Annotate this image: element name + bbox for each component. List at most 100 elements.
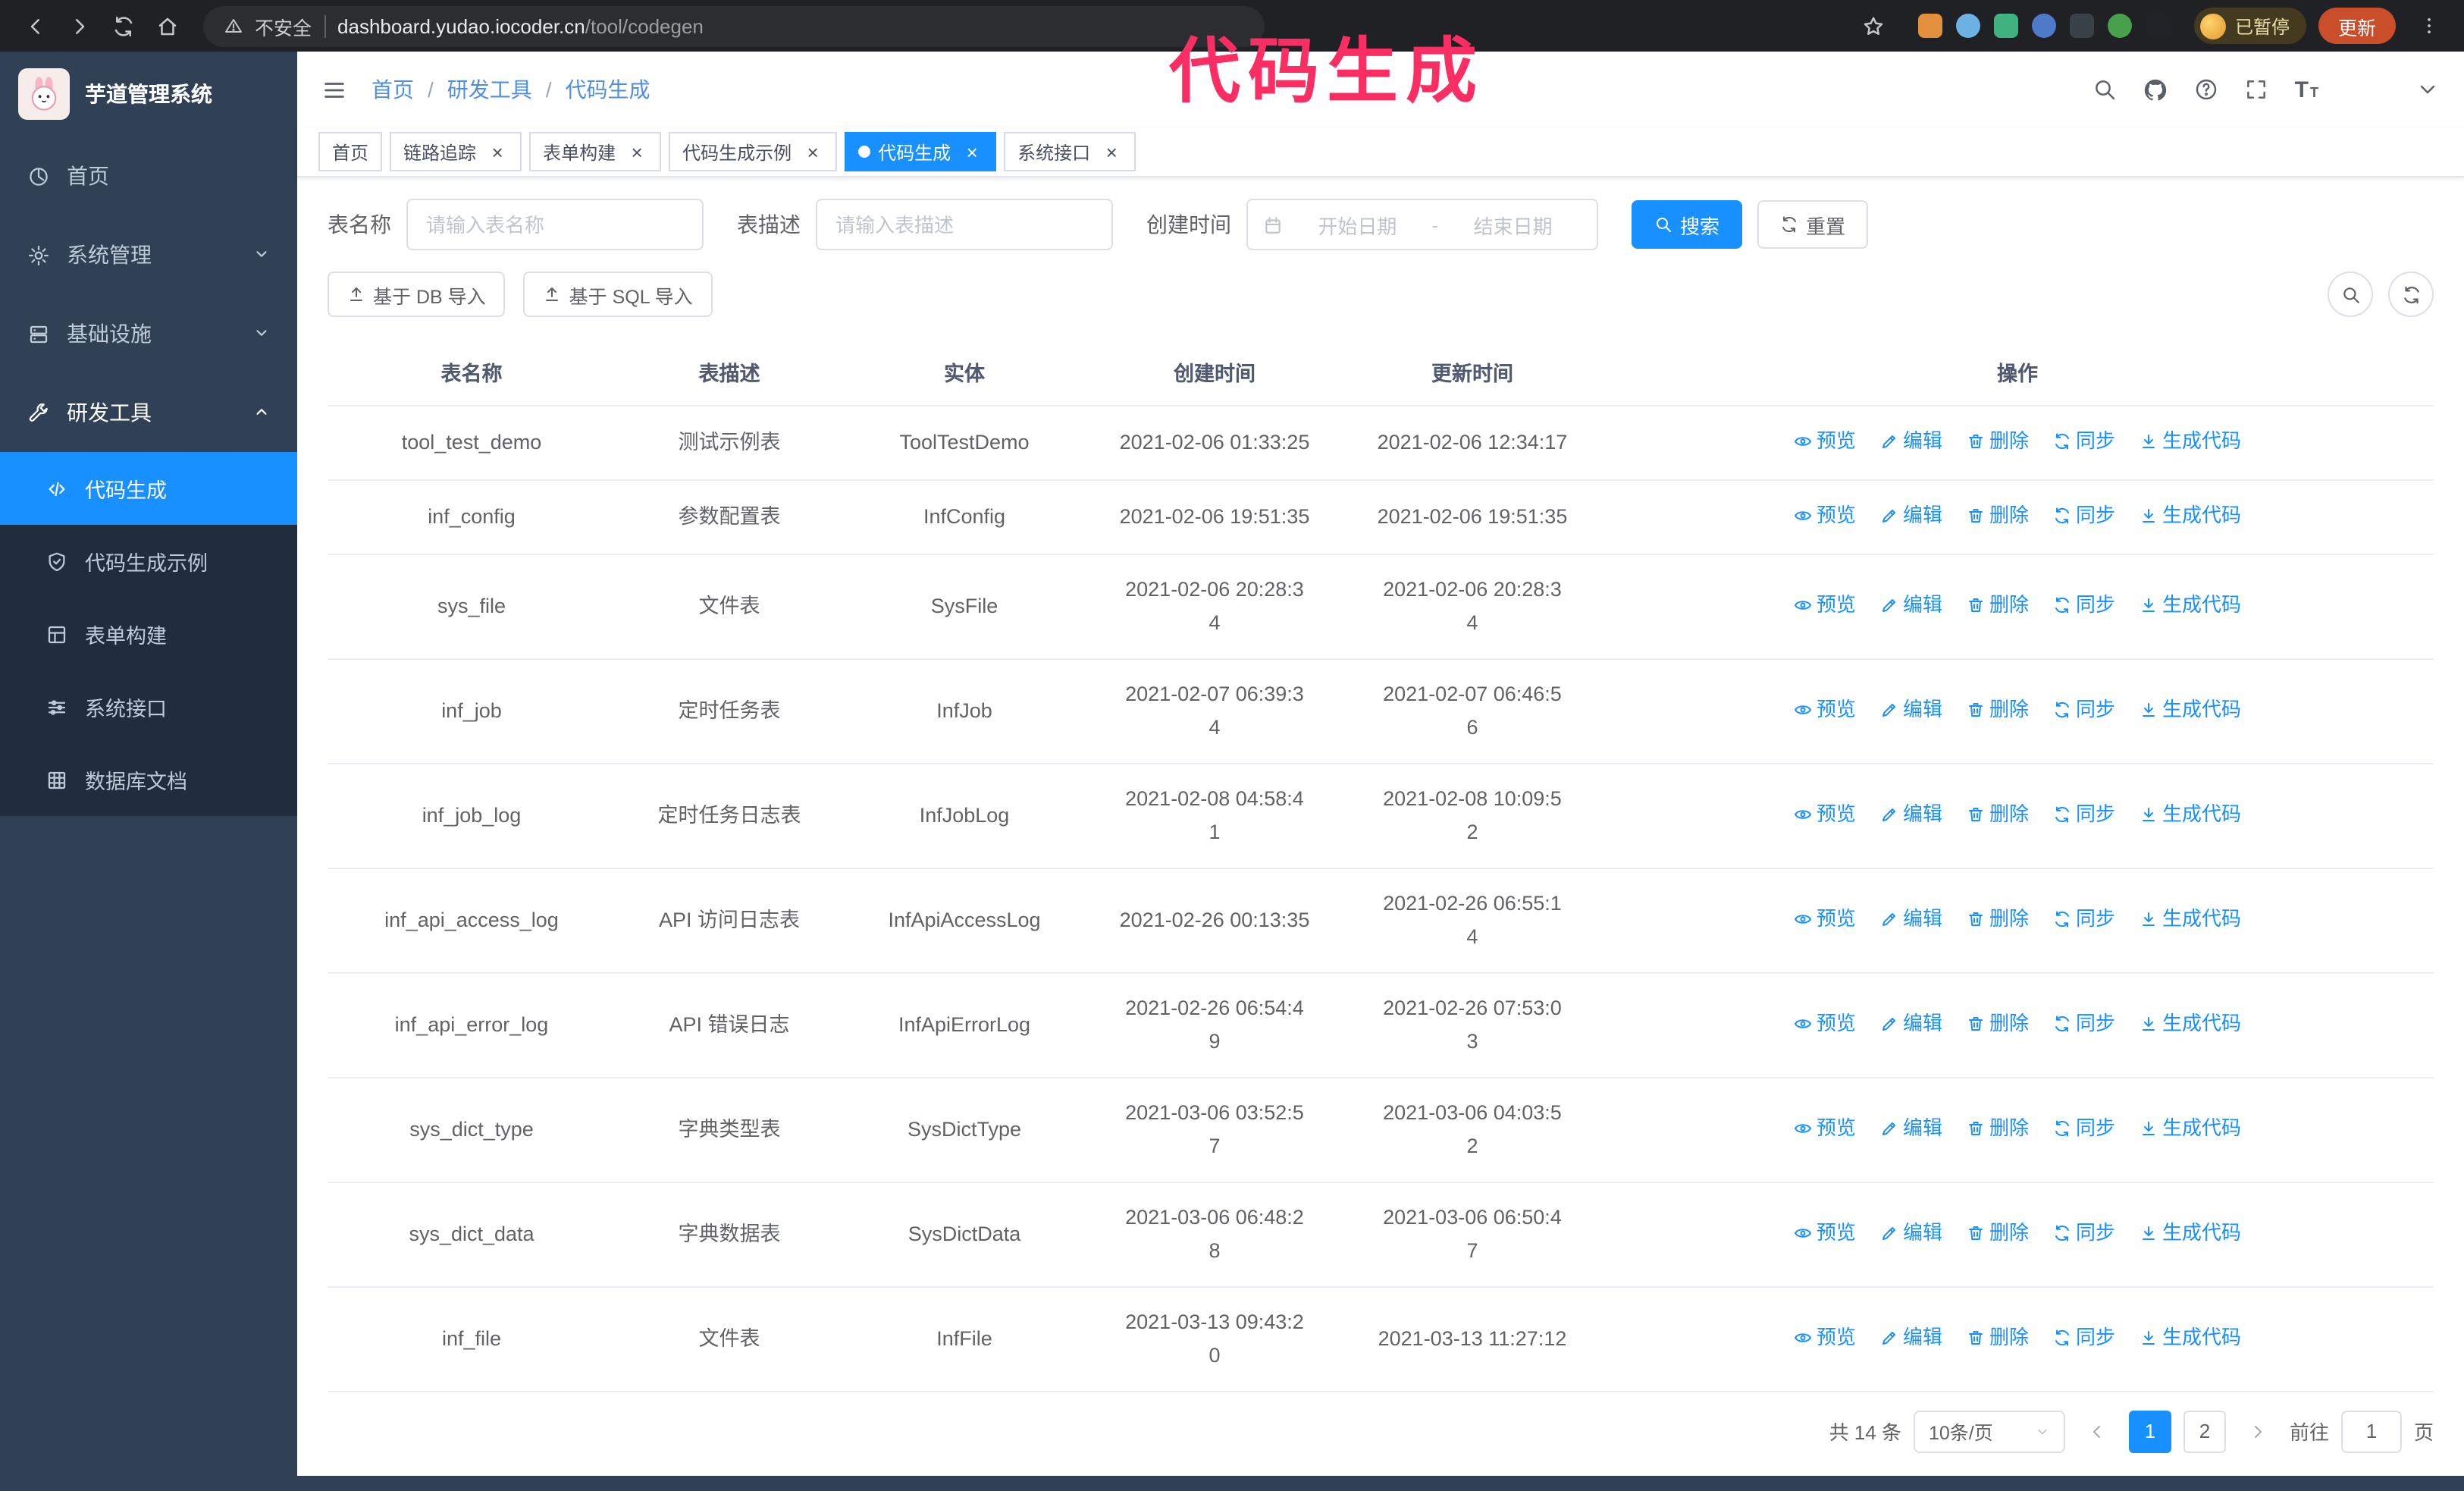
tab-2[interactable]: 表单构建 ×	[529, 132, 662, 171]
sidebar-item-gear[interactable]: 系统管理	[0, 215, 297, 294]
action-trash[interactable]: 删除	[1967, 797, 2029, 830]
prev-page-button[interactable]	[2077, 1410, 2117, 1452]
sidebar-item-dashboard[interactable]: 首页	[0, 137, 297, 215]
extension-icon[interactable]	[2107, 14, 2132, 38]
action-eye[interactable]: 预览	[1794, 692, 1856, 726]
action-eye[interactable]: 预览	[1794, 424, 1856, 457]
action-sync[interactable]: 同步	[2053, 797, 2115, 830]
action-trash[interactable]: 删除	[1967, 1320, 2029, 1354]
action-edit[interactable]: 编辑	[1880, 498, 1942, 532]
action-eye[interactable]: 预览	[1794, 588, 1856, 621]
action-edit[interactable]: 编辑	[1880, 588, 1942, 621]
tab-0[interactable]: 首页	[318, 132, 383, 171]
search-icon[interactable]	[2093, 77, 2118, 102]
action-sync[interactable]: 同步	[2053, 1006, 2115, 1040]
page-2-button[interactable]: 2	[2183, 1410, 2226, 1452]
action-trash[interactable]: 删除	[1967, 498, 2029, 532]
app-logo[interactable]: 芋道管理系统	[0, 52, 297, 137]
action-download[interactable]: 生成代码	[2140, 902, 2241, 935]
page-size-select[interactable]: 10条/页	[1913, 1410, 2065, 1452]
address-bar[interactable]: 不安全 dashboard.yudao.iocoder.cn/tool/code…	[203, 5, 1265, 46]
action-sync[interactable]: 同步	[2053, 692, 2115, 726]
font-size-icon[interactable]: TT	[2295, 77, 2318, 102]
tab-5[interactable]: 系统接口 ×	[1004, 132, 1136, 171]
action-sync[interactable]: 同步	[2053, 1320, 2115, 1354]
extension-icon[interactable]	[1955, 14, 1980, 38]
action-trash[interactable]: 删除	[1967, 692, 2029, 726]
action-edit[interactable]: 编辑	[1880, 1006, 1942, 1040]
import-db-button[interactable]: 基于 DB 导入	[328, 272, 506, 317]
help-icon[interactable]	[2195, 77, 2219, 102]
close-icon[interactable]: ×	[626, 141, 647, 162]
action-sync[interactable]: 同步	[2053, 1216, 2115, 1249]
action-trash[interactable]: 删除	[1967, 1111, 2029, 1144]
profile-chip[interactable]: 已暂停	[2193, 8, 2306, 44]
action-sync[interactable]: 同步	[2053, 498, 2115, 532]
sidebar-item-tool[interactable]: 研发工具	[0, 373, 297, 452]
update-button[interactable]: 更新	[2318, 8, 2396, 44]
action-eye[interactable]: 预览	[1794, 902, 1856, 935]
action-sync[interactable]: 同步	[2053, 424, 2115, 457]
next-page-button[interactable]	[2238, 1410, 2277, 1452]
search-button[interactable]: 搜索	[1632, 200, 1743, 249]
refresh-button[interactable]	[2388, 272, 2434, 317]
action-trash[interactable]: 删除	[1967, 1216, 2029, 1249]
action-download[interactable]: 生成代码	[2140, 1216, 2241, 1249]
action-eye[interactable]: 预览	[1794, 1320, 1856, 1354]
action-sync[interactable]: 同步	[2053, 1111, 2115, 1144]
action-trash[interactable]: 删除	[1967, 588, 2029, 621]
breadcrumb-home[interactable]: 首页	[371, 74, 414, 105]
goto-page-input[interactable]	[2340, 1410, 2402, 1452]
import-sql-button[interactable]: 基于 SQL 导入	[523, 272, 713, 317]
extension-icon[interactable]	[1917, 14, 1942, 38]
caret-down-icon[interactable]	[2415, 77, 2440, 102]
action-sync[interactable]: 同步	[2053, 588, 2115, 621]
action-eye[interactable]: 预览	[1794, 1216, 1856, 1249]
kebab-menu-icon[interactable]	[2408, 5, 2449, 46]
action-edit[interactable]: 编辑	[1880, 692, 1942, 726]
action-edit[interactable]: 编辑	[1880, 1216, 1942, 1249]
action-download[interactable]: 生成代码	[2140, 1111, 2241, 1144]
sidebar-item-form[interactable]: 表单构建	[0, 598, 297, 670]
action-trash[interactable]: 删除	[1967, 1006, 2029, 1040]
sidebar-item-shield[interactable]: 代码生成示例	[0, 525, 297, 598]
sidebar-item-grid[interactable]: 数据库文档	[0, 743, 297, 816]
date-range-picker[interactable]: 开始日期 - 结束日期	[1246, 199, 1598, 250]
forward-icon[interactable]	[59, 5, 100, 46]
action-download[interactable]: 生成代码	[2140, 498, 2241, 532]
reset-button[interactable]: 重置	[1757, 200, 1869, 249]
table-desc-input[interactable]	[816, 199, 1113, 250]
action-eye[interactable]: 预览	[1794, 498, 1856, 532]
action-download[interactable]: 生成代码	[2140, 1006, 2241, 1040]
action-edit[interactable]: 编辑	[1880, 797, 1942, 830]
action-download[interactable]: 生成代码	[2140, 588, 2241, 621]
breadcrumb-tools[interactable]: 研发工具	[447, 74, 532, 105]
action-edit[interactable]: 编辑	[1880, 902, 1942, 935]
action-download[interactable]: 生成代码	[2140, 424, 2241, 457]
sidebar-item-infra[interactable]: 基础设施	[0, 294, 297, 373]
extension-icon[interactable]	[2031, 14, 2056, 38]
action-eye[interactable]: 预览	[1794, 1111, 1856, 1144]
tab-3[interactable]: 代码生成示例 ×	[669, 132, 838, 171]
action-eye[interactable]: 预览	[1794, 797, 1856, 830]
bookmark-star-icon[interactable]	[1853, 5, 1894, 46]
avatar[interactable]	[2344, 67, 2390, 112]
sidebar-item-code[interactable]: 代码生成	[0, 452, 297, 525]
action-edit[interactable]: 编辑	[1880, 1111, 1942, 1144]
close-icon[interactable]: ×	[802, 141, 823, 162]
action-trash[interactable]: 删除	[1967, 902, 2029, 935]
close-icon[interactable]: ×	[961, 141, 983, 162]
action-edit[interactable]: 编辑	[1880, 1320, 1942, 1354]
action-edit[interactable]: 编辑	[1880, 424, 1942, 457]
github-icon[interactable]	[2143, 77, 2169, 102]
sidebar-item-sliders[interactable]: 系统接口	[0, 670, 297, 743]
fullscreen-icon[interactable]	[2245, 77, 2269, 102]
close-icon[interactable]: ×	[487, 141, 508, 162]
action-download[interactable]: 生成代码	[2140, 1320, 2241, 1354]
sidebar-collapse-icon[interactable]	[321, 77, 347, 102]
action-eye[interactable]: 预览	[1794, 1006, 1856, 1040]
toggle-search-button[interactable]	[2328, 272, 2373, 317]
extension-icon[interactable]	[2145, 14, 2170, 38]
page-1-button[interactable]: 1	[2128, 1410, 2171, 1452]
close-icon[interactable]: ×	[1101, 141, 1122, 162]
